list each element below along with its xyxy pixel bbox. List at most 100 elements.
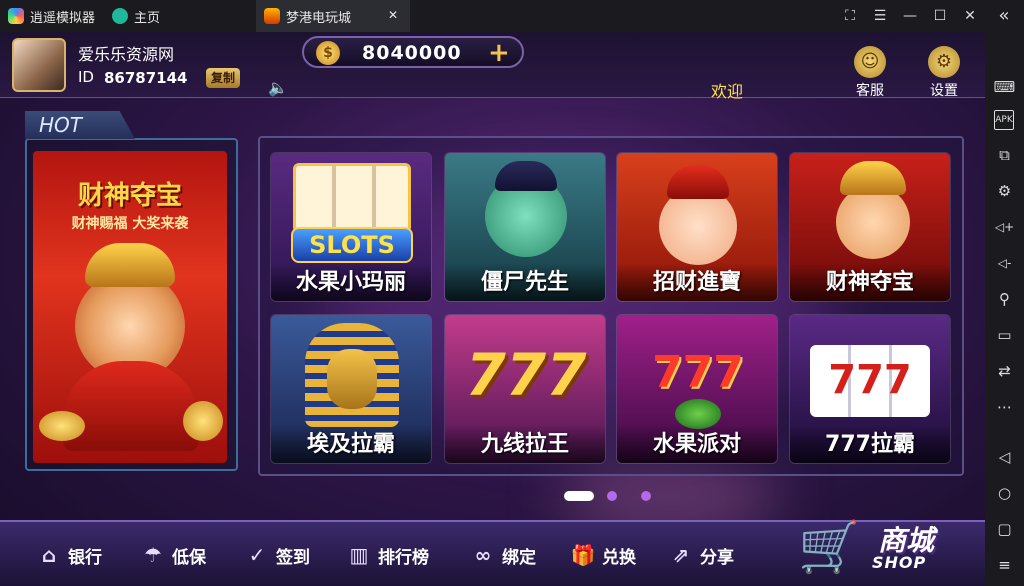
nav-bank[interactable]: ⌂ 银行	[36, 540, 102, 570]
reel-sevens: 777	[810, 345, 930, 417]
user-id-value: 86787144	[104, 69, 188, 87]
hot-game-title: 财神夺宝	[77, 181, 182, 211]
god-of-wealth-hat	[85, 243, 175, 287]
share-icon: ⇗	[672, 543, 690, 567]
close-window-icon[interactable]: ✕	[960, 6, 980, 26]
more-icon[interactable]: ⋯	[993, 396, 1016, 419]
cart-icon: 🛒	[798, 518, 861, 576]
nav-relief[interactable]: ☂ 低保	[140, 540, 206, 570]
home-tab-icon	[112, 8, 128, 24]
customer-service-label: 客服	[856, 83, 884, 99]
game-label: 水果派对	[617, 425, 777, 463]
emulator-titlebar: 逍遥模拟器 主页 梦港电玩城 ✕ ⛶ ☰ — ☐ ✕ «	[0, 0, 1024, 32]
game-tile-nine-line[interactable]: 777 九线拉王	[444, 314, 606, 464]
gold-ingot-left	[39, 411, 85, 441]
nav-redeem[interactable]: 🎁 兑换	[570, 540, 636, 570]
app-name-tab[interactable]: 逍遥模拟器	[0, 0, 100, 32]
link-icon: ∞	[474, 543, 492, 567]
nav-relief-label: 低保	[172, 547, 206, 568]
recent-apps-icon[interactable]: ▢	[993, 518, 1016, 541]
hot-game-card[interactable]: 财神夺宝 财神赐福 大奖来袭	[33, 151, 227, 463]
menu-lines-icon[interactable]: ≡	[993, 554, 1016, 577]
customer-service-button[interactable]: ☺ 客服	[844, 46, 896, 100]
game-label: 埃及拉霸	[271, 425, 431, 463]
tab-game[interactable]: 梦港电玩城 ✕	[256, 0, 410, 32]
settings-gear-icon[interactable]: ⚙	[993, 180, 1016, 203]
god-of-wealth-robe	[63, 361, 199, 451]
hot-game-subtitle: 财神赐福 大奖来袭	[71, 216, 189, 232]
nav-bank-label: 银行	[68, 547, 102, 568]
maximize-icon[interactable]: ☐	[930, 6, 950, 26]
nav-bind-label: 绑定	[502, 547, 536, 568]
back-icon[interactable]: ◁	[993, 446, 1016, 469]
nav-bind[interactable]: ∞ 绑定	[470, 540, 536, 570]
volume-down-icon[interactable]: ◁-	[993, 252, 1016, 275]
minimize-icon[interactable]: —	[900, 6, 920, 26]
nav-leaderboard[interactable]: ▥ 排行榜	[346, 540, 429, 570]
game-tile-zombie[interactable]: 僵尸先生	[444, 152, 606, 302]
coin-balance: $ 8040000 +	[302, 36, 524, 68]
hot-tab: HOT	[25, 111, 135, 139]
menu-icon[interactable]: ☰	[870, 6, 890, 26]
location-icon[interactable]: ⚲	[993, 288, 1016, 311]
game-tile-777-slots[interactable]: 777 777拉霸	[789, 314, 951, 464]
game-label: 777拉霸	[790, 425, 950, 463]
game-label: 招财進寶	[617, 263, 777, 301]
collapse-sidebar-icon[interactable]: «	[994, 6, 1014, 26]
app-logo-icon	[8, 8, 24, 24]
triple-seven-emblem: 777	[465, 341, 587, 409]
copy-id-button[interactable]: 复制	[206, 68, 240, 88]
coin-amount: 8040000	[362, 42, 462, 64]
game-tile-god-of-wealth[interactable]: 财神夺宝	[789, 152, 951, 302]
pharaoh-face	[327, 349, 377, 409]
game-tile-fortune[interactable]: 招财進寶	[616, 152, 778, 302]
god-of-wealth-face	[836, 185, 910, 259]
apk-install-icon[interactable]: APK	[994, 110, 1014, 130]
folder-icon[interactable]: ▭	[993, 324, 1016, 347]
settings-button[interactable]: ⚙ 设置	[918, 46, 970, 100]
shop-label-en: SHOP	[872, 553, 927, 572]
close-tab-icon[interactable]: ✕	[388, 8, 398, 22]
user-id-label: ID	[78, 68, 94, 86]
coin-icon: $	[316, 41, 340, 65]
volume-up-icon[interactable]: ◁+	[993, 216, 1016, 239]
nav-share-label: 分享	[700, 547, 734, 568]
keyboard-icon[interactable]: ⌨	[993, 76, 1016, 99]
rotate-icon[interactable]: ⇄	[993, 360, 1016, 383]
game-label: 水果小玛丽	[271, 263, 431, 301]
gold-coin-right	[183, 401, 223, 441]
add-coins-button[interactable]: +	[488, 38, 510, 68]
screenshot-icon[interactable]: ⛶	[840, 6, 860, 26]
tab-home-label: 主页	[134, 10, 161, 26]
shop-button[interactable]: 🛒 商城 SHOP	[792, 507, 960, 586]
nav-share[interactable]: ⇗ 分享	[668, 540, 734, 570]
page-indicator[interactable]	[607, 491, 617, 501]
game-tile-egypt[interactable]: 埃及拉霸	[270, 314, 432, 464]
game-tile-fruit-party[interactable]: 777 水果派对	[616, 314, 778, 464]
nav-redeem-label: 兑换	[602, 547, 636, 568]
headset-icon: ☺	[854, 46, 886, 78]
multi-window-icon[interactable]: ⧉	[993, 144, 1016, 167]
tab-home[interactable]: 主页	[104, 0, 254, 32]
game-label: 僵尸先生	[445, 263, 605, 301]
lobby-topbar: 爱乐乐资源网 ID 86787144 复制 🔈 $ 8040000 + 欢迎 ☺…	[0, 32, 985, 101]
emulator-window: 逍遥模拟器 主页 梦港电玩城 ✕ ⛶ ☰ — ☐ ✕ « 爱乐乐资源网 ID 8…	[0, 0, 1024, 586]
game-tab-icon	[264, 8, 280, 24]
avatar[interactable]	[12, 38, 66, 92]
settings-label: 设置	[930, 83, 958, 99]
page-indicator[interactable]	[641, 491, 651, 501]
leaderboard-icon: ▥	[349, 543, 369, 567]
speaker-icon[interactable]: 🔈	[268, 78, 288, 97]
gear-icon: ⚙	[928, 46, 960, 78]
emulator-sidebar: ⌨ APK ⧉ ⚙ ◁+ ◁- ⚲ ▭ ⇄ ⋯ ◁ ○ ▢ ≡	[985, 32, 1024, 586]
gift-icon: 🎁	[570, 543, 596, 567]
welcome-marquee: 欢迎	[711, 82, 744, 101]
page-indicator-active[interactable]	[564, 491, 594, 501]
game-tile-fruit-mary[interactable]: SLOTS 水果小玛丽	[270, 152, 432, 302]
user-nickname: 爱乐乐资源网	[78, 45, 175, 64]
calendar-check-icon: ✓	[248, 543, 266, 567]
home-icon[interactable]: ○	[993, 482, 1016, 505]
game-label: 九线拉王	[445, 425, 605, 463]
nav-checkin[interactable]: ✓ 签到	[244, 540, 310, 570]
slot-reels	[293, 163, 411, 233]
